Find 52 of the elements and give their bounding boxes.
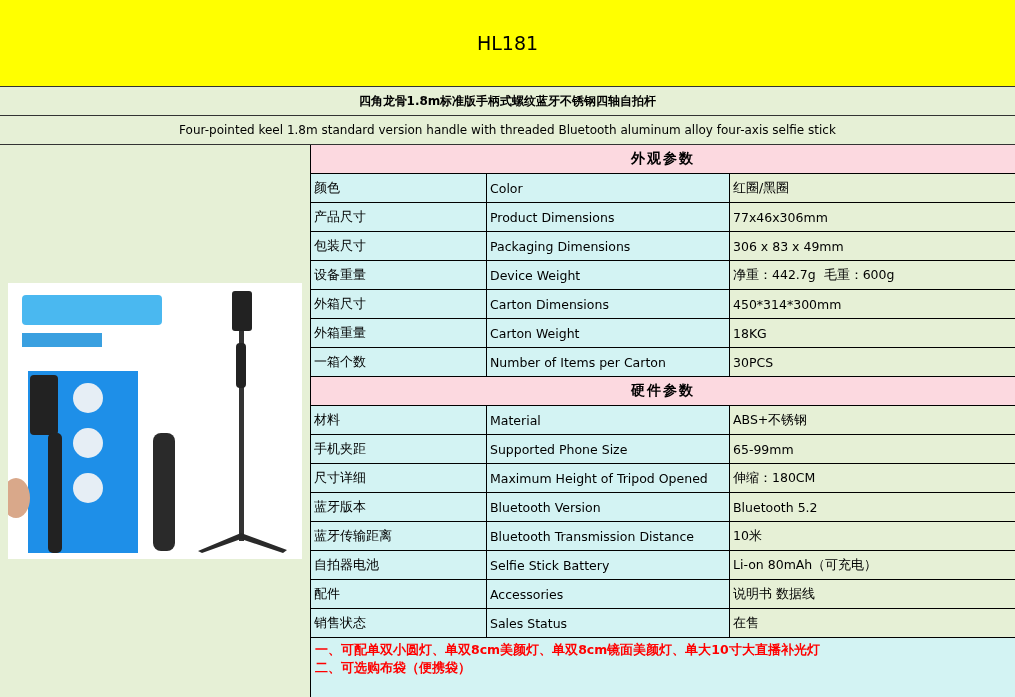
table-cell: 设备重量 xyxy=(311,261,487,289)
table-cell: 尺寸详细 xyxy=(311,464,487,492)
table-cell: 在售 xyxy=(730,609,1015,637)
table-cell: Sales Status xyxy=(487,609,730,637)
table-cell: 红圈/黑圈 xyxy=(730,174,1015,202)
table-cell: 65-99mm xyxy=(730,435,1015,463)
table-cell: Device Weight xyxy=(487,261,730,289)
note-text: 二、可选购布袋（便携袋） xyxy=(315,659,472,677)
table-cell: 外箱重量 xyxy=(311,319,487,347)
table-cell: 18KG xyxy=(730,319,1015,347)
section-heading: 硬件参数 xyxy=(311,377,1015,406)
table-cell: Number of Items per Carton xyxy=(487,348,730,376)
table-cell: Selfie Stick Battery xyxy=(487,551,730,579)
table-cell: 配件 xyxy=(311,580,487,608)
table-cell: Bluetooth Transmission Distance xyxy=(487,522,730,550)
note-text: 一、可配单双小圆灯、单双8cm美颜灯、单双8cm镜面美颜灯、单大10寸大直播补光灯 xyxy=(315,641,821,659)
table-cell: Carton Weight xyxy=(487,319,730,347)
table-cell: 材料 xyxy=(311,406,487,434)
table-cell: 10米 xyxy=(730,522,1015,550)
table-cell: Li-on 80mAh（可充电） xyxy=(730,551,1015,579)
table-cell: 包装尺寸 xyxy=(311,232,487,260)
table-cell: Material xyxy=(487,406,730,434)
table-cell: 净重：442.7g 毛重：600g xyxy=(730,261,1015,289)
table-cell: 77x46x306mm xyxy=(730,203,1015,231)
section-heading: 外观参数 xyxy=(311,145,1015,174)
table-cell: 伸缩：180CM xyxy=(730,464,1015,492)
table-cell: 一箱个数 xyxy=(311,348,487,376)
table-cell: 306 x 83 x 49mm xyxy=(730,232,1015,260)
table-cell: 产品尺寸 xyxy=(311,203,487,231)
table-cell: 蓝牙传输距离 xyxy=(311,522,487,550)
table-cell: Product Dimensions xyxy=(487,203,730,231)
sheet-title: HL181 xyxy=(0,0,1015,87)
table-cell: Carton Dimensions xyxy=(487,290,730,318)
subtitle: Four-pointed keel 1.8m standard version handle with threaded Bluetooth aluminum alloy four-axis selfie stick xyxy=(0,116,1015,145)
table-cell: Bluetooth Version xyxy=(487,493,730,521)
table-cell: 450*314*300mm xyxy=(730,290,1015,318)
table-cell: 自拍器电池 xyxy=(311,551,487,579)
table-cell: 外箱尺寸 xyxy=(311,290,487,318)
table-cell: 手机夹距 xyxy=(311,435,487,463)
table-cell: Supported Phone Size xyxy=(487,435,730,463)
table-cell: Color xyxy=(487,174,730,202)
table-cell: Maximum Height of Tripod Opened xyxy=(487,464,730,492)
table-cell: Bluetooth 5.2 xyxy=(730,493,1015,521)
table-cell: 说明书 数据线 xyxy=(730,580,1015,608)
subtitle: 四角龙骨1.8m标准版手柄式螺纹蓝牙不锈钢四轴自拍杆 xyxy=(0,87,1015,116)
table-cell: Accessories xyxy=(487,580,730,608)
table-cell: 蓝牙版本 xyxy=(311,493,487,521)
table-cell: 30PCS xyxy=(730,348,1015,376)
table-cell: ABS+不锈钢 xyxy=(730,406,1015,434)
table-cell: Packaging Dimensions xyxy=(487,232,730,260)
table-cell: 颜色 xyxy=(311,174,487,202)
table-cell: 销售状态 xyxy=(311,609,487,637)
